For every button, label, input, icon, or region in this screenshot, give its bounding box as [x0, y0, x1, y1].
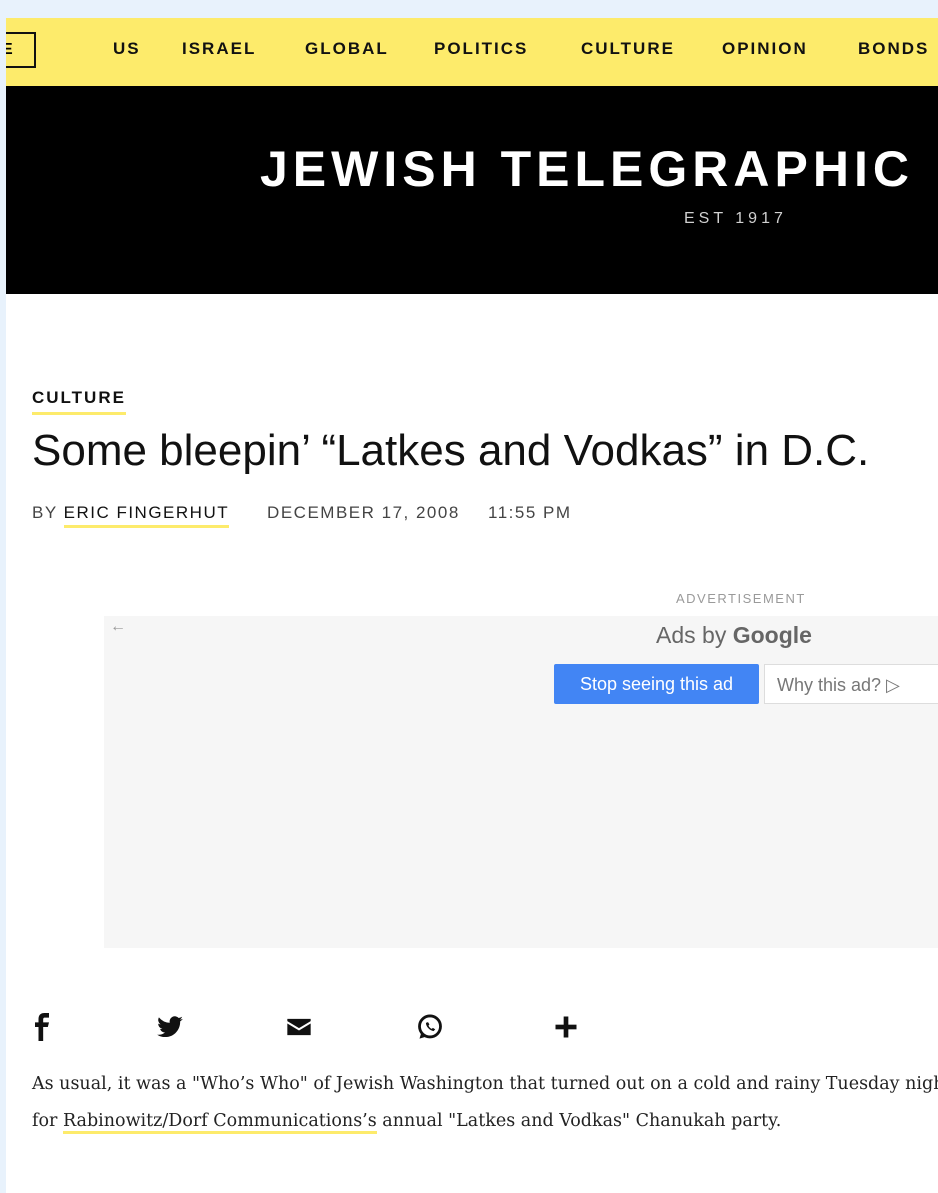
nav-edge-button[interactable]: E: [6, 32, 36, 68]
ad-label: ADVERTISEMENT: [676, 591, 806, 606]
byline-prefix: BY: [32, 503, 58, 522]
top-nav: E US ISRAEL GLOBAL POLITICS CULTURE OPIN…: [6, 18, 938, 86]
nav-item-global[interactable]: GLOBAL: [305, 39, 389, 59]
google-wordmark: Google: [732, 622, 812, 648]
ads-by-label: Ads by: [656, 622, 727, 648]
byline: BY ERIC FINGERHUT DECEMBER 17, 2008 11:5…: [32, 503, 572, 528]
publish-date: DECEMBER 17, 2008: [267, 503, 460, 522]
ads-by-google: Ads by Google: [656, 622, 812, 649]
masthead: JEWISH TELEGRAPHIC EST 1917: [6, 86, 938, 294]
article-headline: Some bleepin’ “Latkes and Vodkas” in D.C…: [32, 426, 870, 475]
facebook-icon[interactable]: [28, 1013, 56, 1041]
nav-item-opinion[interactable]: OPINION: [722, 39, 808, 59]
plus-icon[interactable]: [552, 1013, 580, 1041]
whatsapp-icon[interactable]: [416, 1013, 444, 1041]
twitter-icon[interactable]: [156, 1013, 184, 1041]
email-icon[interactable]: [285, 1013, 313, 1041]
article-paragraph: As usual, it was a "Who’s Who" of Jewish…: [32, 1066, 938, 1140]
publish-time: 11:55 PM: [488, 503, 572, 522]
paragraph-text-end: annual "Latkes and Vodkas" Chanukah part…: [376, 1111, 782, 1131]
rabinowitz-dorf-link[interactable]: Rabinowitz/Dorf Communications’s: [62, 1111, 377, 1134]
back-arrow-icon[interactable]: ←: [110, 618, 126, 636]
nav-item-bonds[interactable]: BONDS: [858, 39, 929, 59]
site-established: EST 1917: [684, 210, 787, 227]
nav-item-culture[interactable]: CULTURE: [581, 39, 675, 59]
page: E US ISRAEL GLOBAL POLITICS CULTURE OPIN…: [6, 18, 938, 1193]
site-logo-title[interactable]: JEWISH TELEGRAPHIC: [260, 140, 914, 198]
section-tag-culture[interactable]: CULTURE: [32, 388, 126, 415]
why-this-ad-button[interactable]: Why this ad? ▷: [764, 664, 938, 704]
nav-item-politics[interactable]: POLITICS: [434, 39, 528, 59]
ad-container: ← Ads by Google Stop seeing this ad Why …: [104, 616, 938, 948]
nav-item-us[interactable]: US: [113, 39, 141, 59]
stop-seeing-ad-button[interactable]: Stop seeing this ad: [554, 664, 759, 704]
nav-item-israel[interactable]: ISRAEL: [182, 39, 256, 59]
author-link[interactable]: ERIC FINGERHUT: [63, 503, 229, 528]
